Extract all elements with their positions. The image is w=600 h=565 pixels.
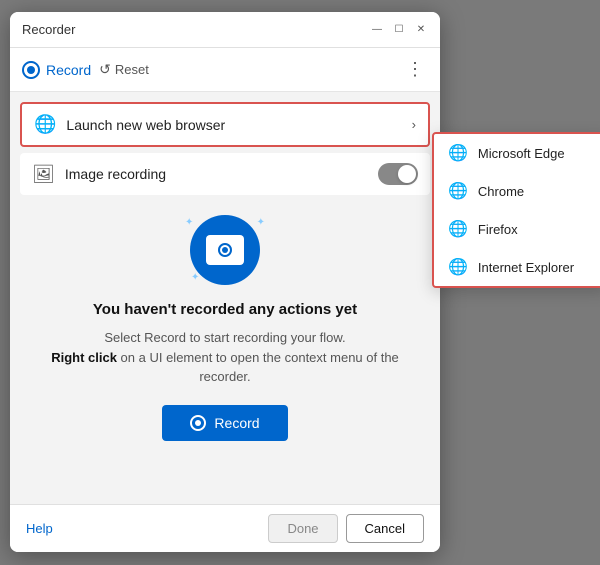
record-big-label: Record (214, 415, 259, 431)
minimize-button[interactable]: — (370, 23, 384, 37)
cancel-button[interactable]: Cancel (346, 514, 424, 543)
record-label: Record (46, 62, 91, 78)
launch-browser-row[interactable]: 🌐 Launch new web browser › (20, 102, 430, 147)
image-recording-row: 🖼 Image recording (20, 153, 430, 195)
globe-icon-ie: 🌐 (448, 257, 468, 277)
reset-label: Reset (115, 62, 149, 77)
more-options-button[interactable]: ⋮ (402, 57, 428, 82)
toolbar: Record ↺ Reset ⋮ (10, 48, 440, 92)
hero-desc-normal: Select Record to start recording your fl… (104, 330, 345, 345)
image-row-label: Image recording (65, 166, 378, 182)
window-controls: — ☐ ✕ (370, 23, 428, 37)
close-button[interactable]: ✕ (414, 23, 428, 37)
dropdown-item-ie-label: Internet Explorer (478, 260, 574, 275)
globe-icon-firefox: 🌐 (448, 219, 468, 239)
record-circle-inner (27, 66, 35, 74)
hero-inner-dot-fill (222, 247, 228, 253)
record-circle-icon (22, 61, 40, 79)
hero-section: ✦ ✦ ✦ You haven't recorded any actions y… (10, 195, 440, 451)
done-button[interactable]: Done (268, 514, 337, 543)
globe-icon-chrome: 🌐 (448, 181, 468, 201)
hero-description: Select Record to start recording your fl… (30, 328, 420, 387)
dropdown-item-firefox-label: Firefox (478, 222, 518, 237)
title-bar: Recorder — ☐ ✕ (10, 12, 440, 48)
dropdown-item-edge-label: Microsoft Edge (478, 146, 565, 161)
globe-icon: 🌐 (34, 114, 56, 135)
help-link[interactable]: Help (26, 521, 268, 536)
dropdown-item-firefox[interactable]: 🌐 Firefox (434, 210, 600, 248)
reset-button[interactable]: ↺ Reset (99, 61, 149, 78)
hero-graphic: ✦ ✦ ✦ (185, 215, 265, 285)
maximize-button[interactable]: ☐ (392, 23, 406, 37)
toggle-knob (398, 165, 416, 183)
image-recording-toggle[interactable] (378, 163, 418, 185)
chevron-right-icon: › (412, 117, 416, 132)
hero-desc-bold: Right click (51, 350, 117, 365)
window-title: Recorder (22, 22, 370, 37)
record-big-inner (195, 420, 201, 426)
browser-row-label: Launch new web browser (66, 117, 411, 133)
dropdown-item-chrome[interactable]: 🌐 Chrome (434, 172, 600, 210)
star-decoration-tl: ✦ (185, 217, 193, 228)
star-decoration-bl: ✦ (191, 272, 199, 283)
dropdown-item-edge[interactable]: 🌐 Microsoft Edge (434, 134, 600, 172)
image-icon: 🖼 (32, 164, 55, 185)
hero-desc-after: on a UI element to open the context menu… (117, 350, 399, 385)
reset-icon: ↺ (99, 61, 111, 78)
record-main-button[interactable]: Record (162, 405, 287, 441)
star-decoration-tr: ✦ (257, 217, 265, 228)
recorder-window: Recorder — ☐ ✕ Record ↺ Reset ⋮ 🌐 Launch… (10, 12, 440, 552)
main-content: 🌐 Launch new web browser › 🖼 Image recor… (10, 92, 440, 504)
hero-title: You haven't recorded any actions yet (93, 301, 357, 318)
hero-circle (190, 215, 260, 285)
globe-icon-edge: 🌐 (448, 143, 468, 163)
hero-inner-square (206, 235, 244, 265)
record-top-button[interactable]: Record (22, 61, 91, 79)
hero-inner-dot (218, 243, 232, 257)
dropdown-item-chrome-label: Chrome (478, 184, 524, 199)
record-big-icon (190, 415, 206, 431)
footer: Help Done Cancel (10, 504, 440, 552)
dropdown-item-ie[interactable]: 🌐 Internet Explorer (434, 248, 600, 286)
browser-dropdown: 🌐 Microsoft Edge 🌐 Chrome 🌐 Firefox 🌐 In… (432, 132, 600, 288)
